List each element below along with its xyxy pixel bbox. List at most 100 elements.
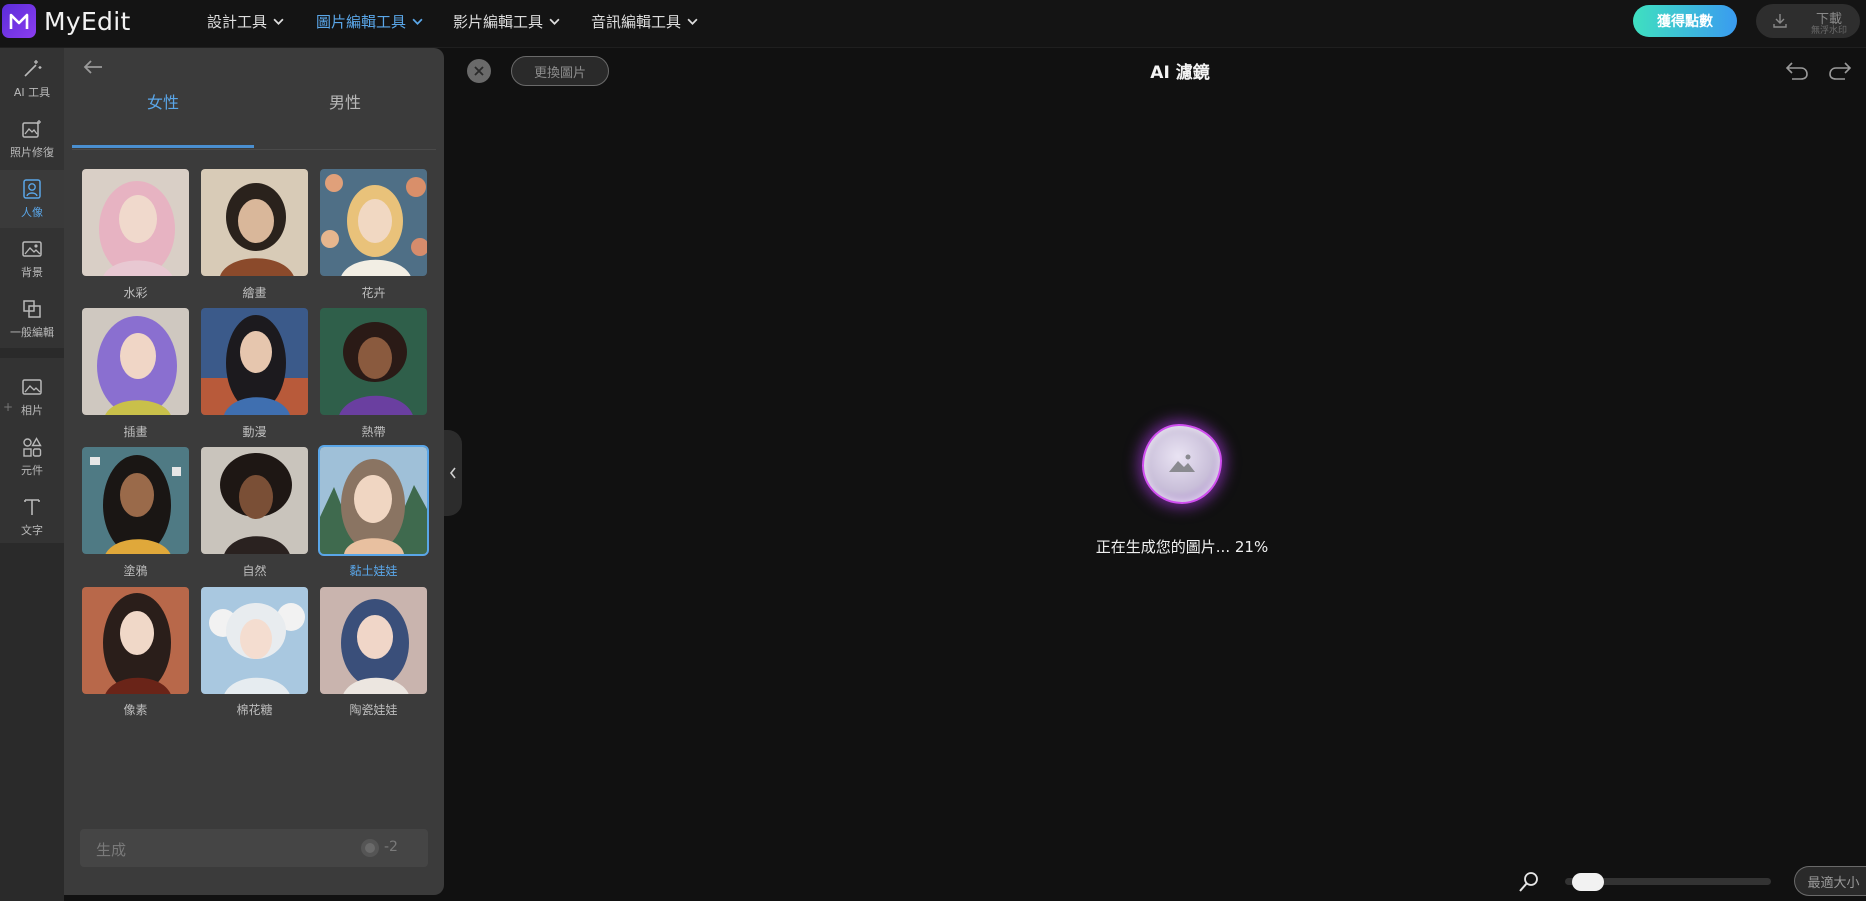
style-thumb-natural[interactable] [199, 445, 310, 556]
tab-divider [72, 149, 436, 150]
generate-cost: -2 [384, 839, 398, 855]
style-thumb-anime[interactable] [199, 306, 310, 417]
tool-rail: AI 工具 照片修復 人像 背景 一般編輯 + 相片 元件 文字 [0, 48, 64, 901]
style-label: 熱帶 [361, 425, 386, 439]
brand-logo[interactable]: MyEdit [2, 2, 131, 40]
style-label: 棉花糖 [236, 703, 273, 717]
crop-icon [23, 300, 41, 318]
close-button[interactable] [467, 59, 491, 83]
tropical-portrait-image [320, 308, 427, 415]
natural-portrait-image [201, 447, 308, 554]
nav-design-tools-label: 設計工具 [207, 12, 268, 31]
style-thumb-floral[interactable] [318, 167, 429, 278]
style-label: 插畫 [123, 425, 148, 439]
clay-doll-portrait-image [320, 447, 427, 554]
style-label: 自然 [242, 564, 267, 578]
zoom-slider[interactable] [1565, 873, 1771, 891]
active-tab-indicator [72, 145, 254, 148]
download-icon [1773, 14, 1787, 28]
style-thumb-watercolor[interactable] [80, 167, 191, 278]
mountain-image-icon [1169, 454, 1195, 472]
style-thumb-graffiti[interactable] [80, 445, 191, 556]
chevron-down-icon [687, 18, 698, 25]
rail-item-label: 一般編輯 [10, 326, 54, 339]
style-thumb-tropical[interactable] [318, 306, 429, 417]
style-label: 黏土娃娃 [349, 564, 398, 578]
style-label: 塗鴉 [123, 564, 148, 578]
rail-item-elements[interactable]: 元件 [0, 428, 64, 486]
back-arrow-icon[interactable] [82, 58, 104, 76]
style-label: 動漫 [242, 425, 267, 439]
rail-item-label: AI 工具 [13, 86, 51, 99]
text-icon [24, 499, 40, 515]
nav-design-tools[interactable]: 設計工具 [207, 10, 284, 32]
myedit-logo-icon [2, 4, 36, 38]
style-label: 水彩 [123, 286, 148, 300]
search-icon[interactable] [1517, 870, 1541, 894]
rail-item-text[interactable]: 文字 [0, 488, 64, 546]
get-points-button[interactable]: 獲得點數 [1633, 5, 1737, 37]
watercolor-portrait-image [82, 169, 189, 276]
style-thumb-marshmallow[interactable] [199, 585, 310, 696]
credit-coin-icon [361, 839, 379, 857]
painting-portrait-image [201, 169, 308, 276]
generate-button[interactable]: 生成 -2 [80, 829, 428, 867]
progress-status: 正在生成您的圖片... 21% [1095, 538, 1269, 556]
filter-panel: 女性 男性 水彩 繪畫 花卉 插畫 動漫 熱帶 塗鴉 自然 黏土娃娃 像素 棉花… [64, 48, 444, 895]
marshmallow-portrait-image [201, 587, 308, 694]
rail-item-background[interactable]: 背景 [0, 230, 64, 288]
nav-audio-tools-label: 音訊編輯工具 [591, 12, 682, 31]
anime-portrait-image [201, 308, 308, 415]
rail-item-label: 人像 [21, 206, 43, 219]
rail-item-general-edit[interactable]: 一般編輯 [0, 290, 64, 348]
style-thumb-pixel[interactable] [80, 585, 191, 696]
replace-image-button[interactable]: 更換圖片 [511, 56, 609, 86]
illustration-portrait-image [82, 308, 189, 415]
portrait-icon [23, 179, 41, 199]
nav-audio-tools[interactable]: 音訊編輯工具 [591, 10, 698, 32]
chevron-down-icon [412, 18, 423, 25]
download-sublabel: 無浮水印 [1810, 26, 1847, 36]
collapse-panel-button[interactable] [444, 430, 462, 516]
style-label: 花卉 [361, 286, 386, 300]
rail-item-label: 元件 [21, 464, 43, 477]
photo-sparkle-icon [22, 120, 41, 138]
nav-photo-tools-label: 圖片編輯工具 [316, 12, 407, 31]
chevron-down-icon [273, 18, 284, 25]
magic-wand-icon [24, 60, 42, 77]
nav-video-tools[interactable]: 影片編輯工具 [453, 10, 560, 32]
pixel-portrait-image [82, 587, 189, 694]
nav-video-tools-label: 影片編輯工具 [453, 12, 544, 31]
style-thumb-illustration[interactable] [80, 306, 191, 417]
rail-item-photos[interactable]: 相片 [0, 368, 64, 426]
top-bar: MyEdit 設計工具 圖片編輯工具 影片編輯工具 音訊編輯工具 獲得點數 下載… [0, 0, 1866, 48]
graffiti-portrait-image [82, 447, 189, 554]
porcelain-doll-portrait-image [320, 587, 427, 694]
undo-icon[interactable] [1784, 60, 1810, 82]
nav-photo-tools[interactable]: 圖片編輯工具 [316, 10, 423, 32]
rail-item-label: 照片修復 [10, 146, 54, 159]
shapes-icon [23, 437, 42, 457]
rail-item-photo-repair[interactable]: 照片修復 [0, 110, 64, 168]
rail-item-label: 文字 [21, 524, 43, 537]
floral-portrait-image [320, 169, 427, 276]
image-icon [22, 379, 42, 395]
close-icon [474, 66, 484, 76]
style-thumb-painting[interactable] [199, 167, 310, 278]
brand-name: MyEdit [44, 6, 131, 36]
style-thumb-clay-doll[interactable] [318, 445, 429, 556]
style-thumb-porcelain-doll[interactable] [318, 585, 429, 696]
rail-item-ai-tools[interactable]: AI 工具 [0, 50, 64, 108]
style-label: 繪畫 [242, 286, 267, 300]
zoom-slider-handle[interactable] [1572, 873, 1604, 891]
chevron-down-icon [549, 18, 560, 25]
chevron-left-icon [449, 467, 456, 479]
page-title: AI 濾鏡 [1150, 63, 1210, 83]
download-button[interactable]: 下載 無浮水印 [1756, 4, 1860, 38]
background-icon [22, 241, 42, 257]
fit-to-screen-button[interactable]: 最適大小 [1794, 866, 1866, 896]
rail-item-portrait[interactable]: 人像 [0, 170, 64, 228]
rail-item-label: 背景 [21, 266, 43, 279]
redo-icon[interactable] [1827, 60, 1853, 82]
style-label: 陶瓷娃娃 [349, 703, 398, 717]
